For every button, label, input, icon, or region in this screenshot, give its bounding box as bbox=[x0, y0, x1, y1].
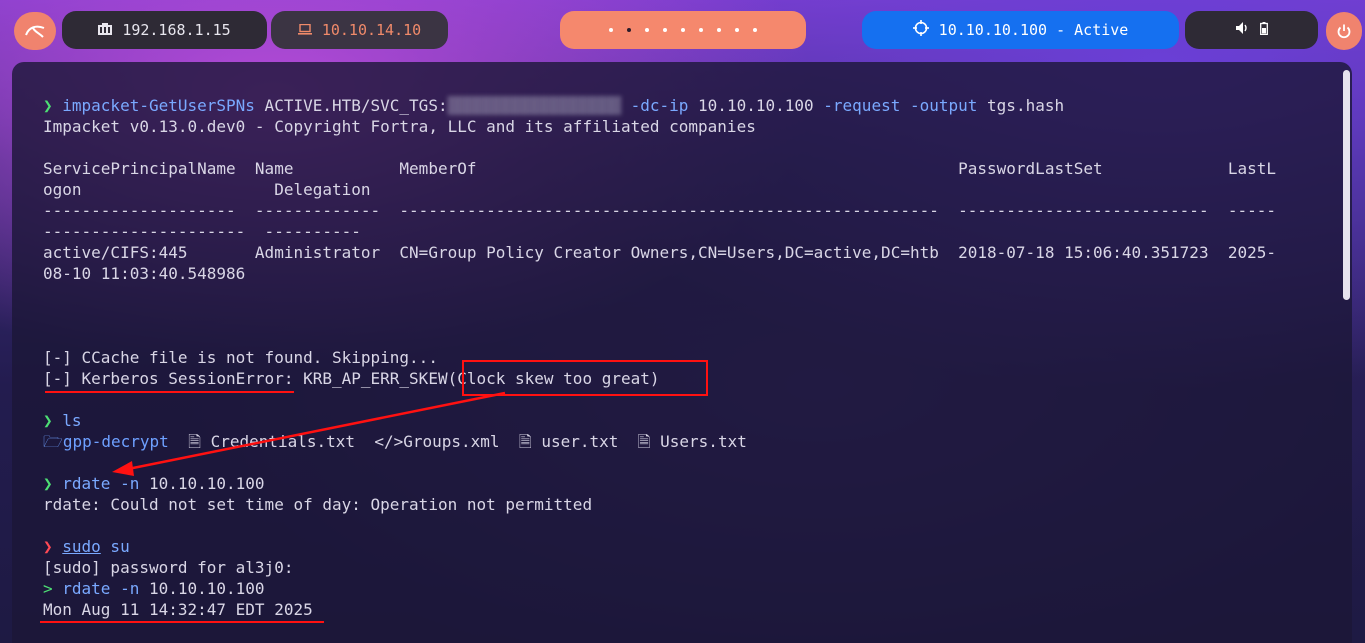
red-arrow-annotation bbox=[112, 391, 506, 476]
